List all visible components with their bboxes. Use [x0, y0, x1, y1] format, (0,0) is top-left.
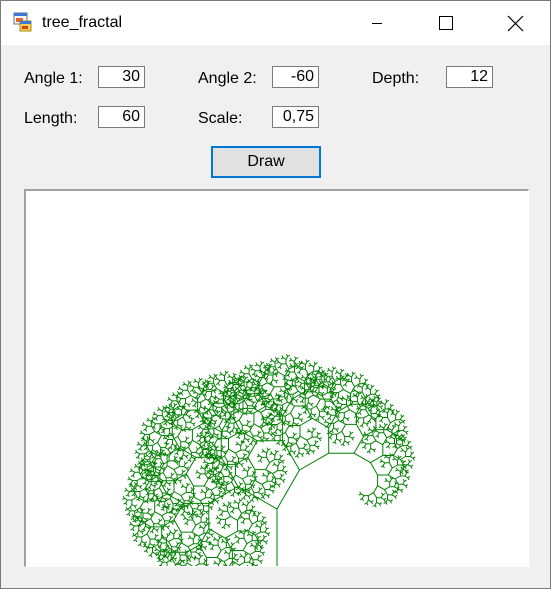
length-input[interactable] — [98, 106, 145, 128]
fractal-tree-drawing — [122, 354, 416, 566]
angle1-input[interactable] — [98, 66, 145, 88]
app-icon — [13, 12, 33, 32]
minimize-icon — [372, 23, 382, 24]
depth-label: Depth: — [372, 70, 420, 87]
angle2-label: Angle 2: — [198, 70, 257, 87]
angle2-input[interactable] — [272, 66, 319, 88]
main-window: tree_fractal Angle 1: Angle 2: Depth: Le… — [0, 0, 551, 589]
depth-input[interactable] — [446, 66, 493, 88]
window-title: tree_fractal — [42, 14, 123, 31]
maximize-icon — [439, 16, 453, 30]
maximize-button[interactable] — [423, 1, 469, 45]
drawing-canvas — [24, 189, 529, 567]
scale-input[interactable] — [272, 106, 319, 128]
angle1-label: Angle 1: — [24, 70, 83, 87]
tree-branches — [122, 354, 416, 566]
title-bar[interactable]: tree_fractal — [1, 1, 550, 45]
close-icon — [507, 15, 524, 32]
minimize-button[interactable] — [354, 1, 400, 45]
length-label: Length: — [24, 110, 78, 127]
close-button[interactable] — [492, 1, 538, 45]
scale-label: Scale: — [198, 110, 243, 127]
draw-button[interactable]: Draw — [211, 146, 321, 178]
